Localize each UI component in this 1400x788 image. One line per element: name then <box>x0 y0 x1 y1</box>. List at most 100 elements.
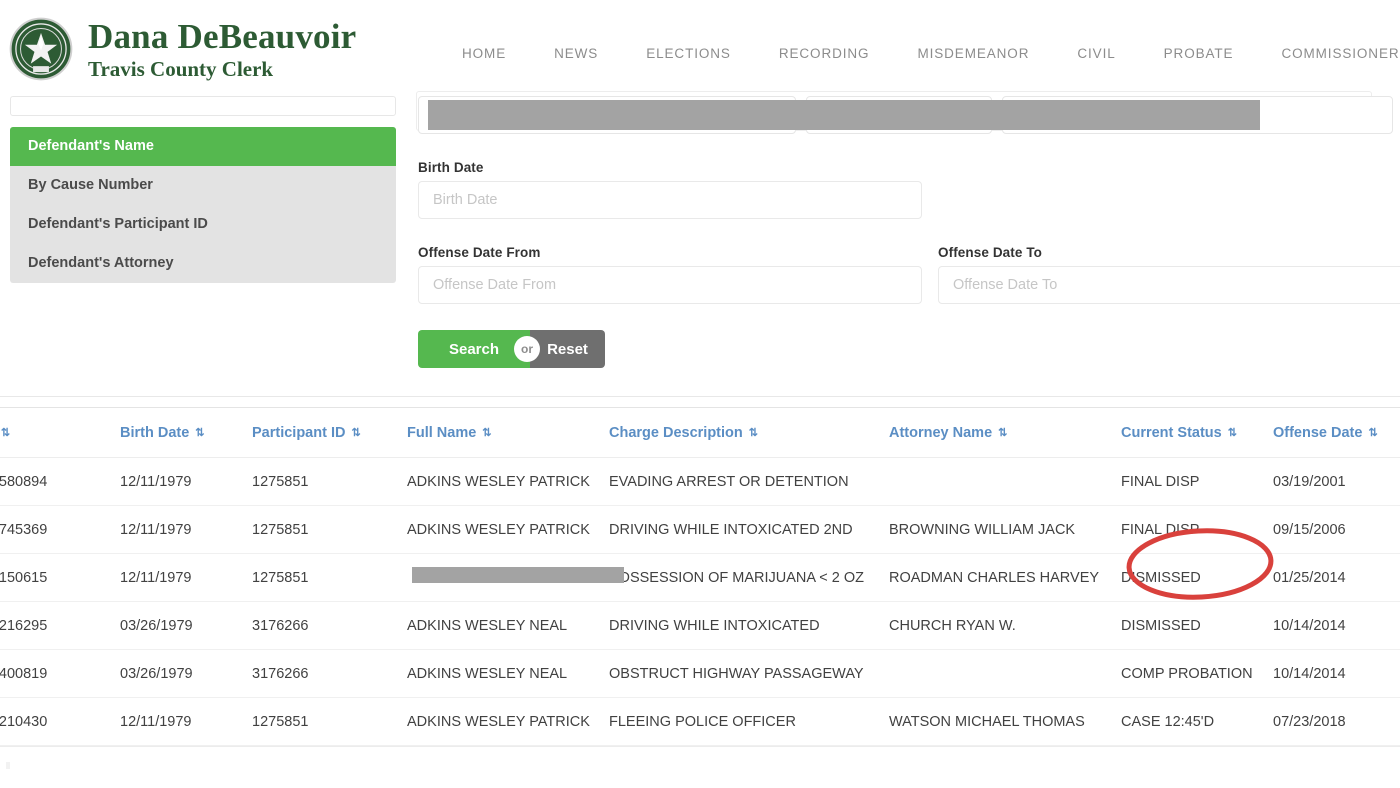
cell-cause-no[interactable]: C-1-CR-14-150615 <box>0 553 120 602</box>
column-header-birth-date[interactable]: Birth Date ⇅ <box>120 408 252 458</box>
column-label-full-name: Full Name <box>407 425 477 441</box>
nav-item-commissioners-court[interactable]: COMMISSIONERS COURT <box>1257 46 1400 61</box>
cell-offense-date: 09/15/2006 <box>1273 505 1400 554</box>
nav-item-recording[interactable]: RECORDING <box>755 46 894 61</box>
cell-participant-id: 1275851 <box>252 553 407 602</box>
cell-full-name: ADKINS WESLEY PATRICK <box>407 505 609 554</box>
sort-icon[interactable]: ⇅ <box>998 426 1007 439</box>
results-table: Cause No.⇅ Birth Date ⇅ Participant ID ⇅ F… <box>0 408 1400 746</box>
results-divider-upper <box>0 396 1400 397</box>
offense-date-row: Offense Date From Offense Date To <box>418 245 1400 304</box>
main-navigation: HOME NEWS ELECTIONS RECORDING MISDEMEANO… <box>440 46 1400 61</box>
tab-by-cause-number[interactable]: By Cause Number <box>10 166 396 205</box>
site-subtitle: Travis County Clerk <box>88 56 274 81</box>
cell-offense-date: 07/23/2018 <box>1273 697 1400 746</box>
sort-icon[interactable]: ⇅ <box>482 426 491 439</box>
cell-full-name: ADKINS WESLEY PATRICK <box>407 697 609 746</box>
sort-icon[interactable]: ⇅ <box>1 426 10 439</box>
cell-cause-no[interactable]: C-1-CR-01-580894 <box>0 457 120 506</box>
column-label-offense-date: Offense Date <box>1273 425 1363 441</box>
results-table-body: C-1-CR-01-58089412/11/19791275851ADKINS … <box>0 457 1400 746</box>
cell-charge-description: DRIVING WHILE INTOXICATED <box>609 601 889 650</box>
nav-item-home[interactable]: HOME <box>440 46 530 61</box>
offense-date-to-input[interactable] <box>938 266 1400 304</box>
column-header-attorney-name[interactable]: Attorney Name ⇅ <box>889 408 1121 458</box>
birth-date-label: Birth Date <box>418 160 484 175</box>
form-name-fields-redaction <box>428 100 1260 130</box>
offense-date-from-block: Offense Date From <box>418 245 922 304</box>
cell-charge-description: EVADING ARREST OR DETENTION <box>609 457 889 506</box>
footer-marker <box>6 762 10 769</box>
cell-offense-date: 10/14/2014 <box>1273 649 1400 698</box>
cell-cause-no[interactable]: C-1-CR-14-216295 <box>0 601 120 650</box>
cell-charge-description: OBSTRUCT HIGHWAY PASSAGEWAY <box>609 649 889 698</box>
cell-offense-date: 03/19/2001 <box>1273 457 1400 506</box>
cell-full-name: ADKINS WESLEY NEAL <box>407 649 609 698</box>
cell-birth-date: 12/11/1979 <box>120 697 252 746</box>
nav-item-civil[interactable]: CIVIL <box>1053 46 1139 61</box>
table-row: C-1-CR-18-21043012/11/19791275851ADKINS … <box>0 697 1400 746</box>
cell-participant-id: 1275851 <box>252 457 407 506</box>
reset-button[interactable]: Reset <box>530 330 605 368</box>
tab-defendants-participant-id[interactable]: Defendant's Participant ID <box>10 205 396 244</box>
table-row: C-1-CR-14-15061512/11/19791275851 POSSESS… <box>0 553 1400 602</box>
cell-offense-date: 01/25/2014 <box>1273 553 1400 602</box>
nav-item-misdemeanor[interactable]: MISDEMEANOR <box>893 46 1053 61</box>
nav-item-elections[interactable]: ELECTIONS <box>622 46 755 61</box>
cell-attorney-name: CHURCH RYAN W. <box>889 601 1121 650</box>
full-name-cell-redaction <box>412 567 624 583</box>
sort-icon[interactable]: ⇅ <box>195 426 204 439</box>
cell-charge-description: FLEEING POLICE OFFICER <box>609 697 889 746</box>
sort-icon[interactable]: ⇅ <box>749 426 758 439</box>
footer-divider <box>0 746 1400 747</box>
offense-date-from-label: Offense Date From <box>418 245 541 260</box>
or-separator-badge: or <box>514 336 540 362</box>
search-form: Birth Date Offense Date From Offense Dat… <box>416 91 1400 370</box>
column-label-current-status: Current Status <box>1121 425 1222 441</box>
cell-current-status: FINAL DISP <box>1121 457 1273 506</box>
column-header-current-status[interactable]: Current Status ⇅ <box>1121 408 1273 458</box>
sort-icon[interactable]: ⇅ <box>1368 426 1377 439</box>
panel-top-edge <box>10 96 396 116</box>
cell-cause-no[interactable]: C-1-CR-06-745369 <box>0 505 120 554</box>
birth-date-input[interactable] <box>418 181 922 219</box>
column-label-charge-description: Charge Description <box>609 425 743 441</box>
column-header-charge-description[interactable]: Charge Description ⇅ <box>609 408 889 458</box>
cell-attorney-name <box>889 457 1121 506</box>
tab-defendants-attorney[interactable]: Defendant's Attorney <box>10 244 396 283</box>
cell-attorney-name: BROWNING WILLIAM JACK <box>889 505 1121 554</box>
offense-date-to-label: Offense Date To <box>938 245 1043 260</box>
cell-cause-no[interactable]: C-1-CR-18-210430 <box>0 697 120 746</box>
cell-current-status: COMP PROBATION <box>1121 649 1273 698</box>
sort-icon[interactable]: ⇅ <box>351 426 360 439</box>
cell-participant-id: 1275851 <box>252 505 407 554</box>
offense-date-from-input[interactable] <box>418 266 922 304</box>
table-row: C-1-CR-16-40081903/26/19793176266ADKINS … <box>0 649 1400 698</box>
cell-birth-date: 12/11/1979 <box>120 457 252 506</box>
tab-defendants-name[interactable]: Defendant's Name <box>10 127 396 166</box>
cell-attorney-name <box>889 649 1121 698</box>
cell-birth-date: 03/26/1979 <box>120 649 252 698</box>
table-row: C-1-CR-06-74536912/11/19791275851ADKINS … <box>0 505 1400 554</box>
column-header-participant-id[interactable]: Participant ID ⇅ <box>252 408 407 458</box>
column-header-full-name[interactable]: Full Name ⇅ <box>407 408 609 458</box>
birth-date-block: Birth Date <box>418 160 1393 219</box>
cell-participant-id: 3176266 <box>252 649 407 698</box>
nav-item-probate[interactable]: PROBATE <box>1140 46 1258 61</box>
cell-birth-date: 12/11/1979 <box>120 505 252 554</box>
cell-full-name: ADKINS WESLEY PATRICK <box>407 457 609 506</box>
results-table-head: Cause No.⇅ Birth Date ⇅ Participant ID ⇅ F… <box>0 408 1400 458</box>
offense-date-to-block: Offense Date To <box>938 245 1400 304</box>
cell-participant-id: 3176266 <box>252 601 407 650</box>
column-header-offense-date[interactable]: Offense Date ⇅ <box>1273 408 1400 458</box>
sort-icon[interactable]: ⇅ <box>1228 426 1237 439</box>
cell-current-status: FINAL DISP <box>1121 505 1273 554</box>
cell-cause-no[interactable]: C-1-CR-16-400819 <box>0 649 120 698</box>
table-header-row: Cause No.⇅ Birth Date ⇅ Participant ID ⇅ F… <box>0 408 1400 458</box>
cell-participant-id: 1275851 <box>252 697 407 746</box>
search-type-tabs: Defendant's Name By Cause Number Defenda… <box>10 127 396 283</box>
nav-item-news[interactable]: NEWS <box>530 46 622 61</box>
travis-county-seal-icon <box>8 14 74 84</box>
form-actions: Search or Reset <box>418 330 1393 370</box>
column-header-cause-no[interactable]: Cause No.⇅ <box>0 408 120 458</box>
